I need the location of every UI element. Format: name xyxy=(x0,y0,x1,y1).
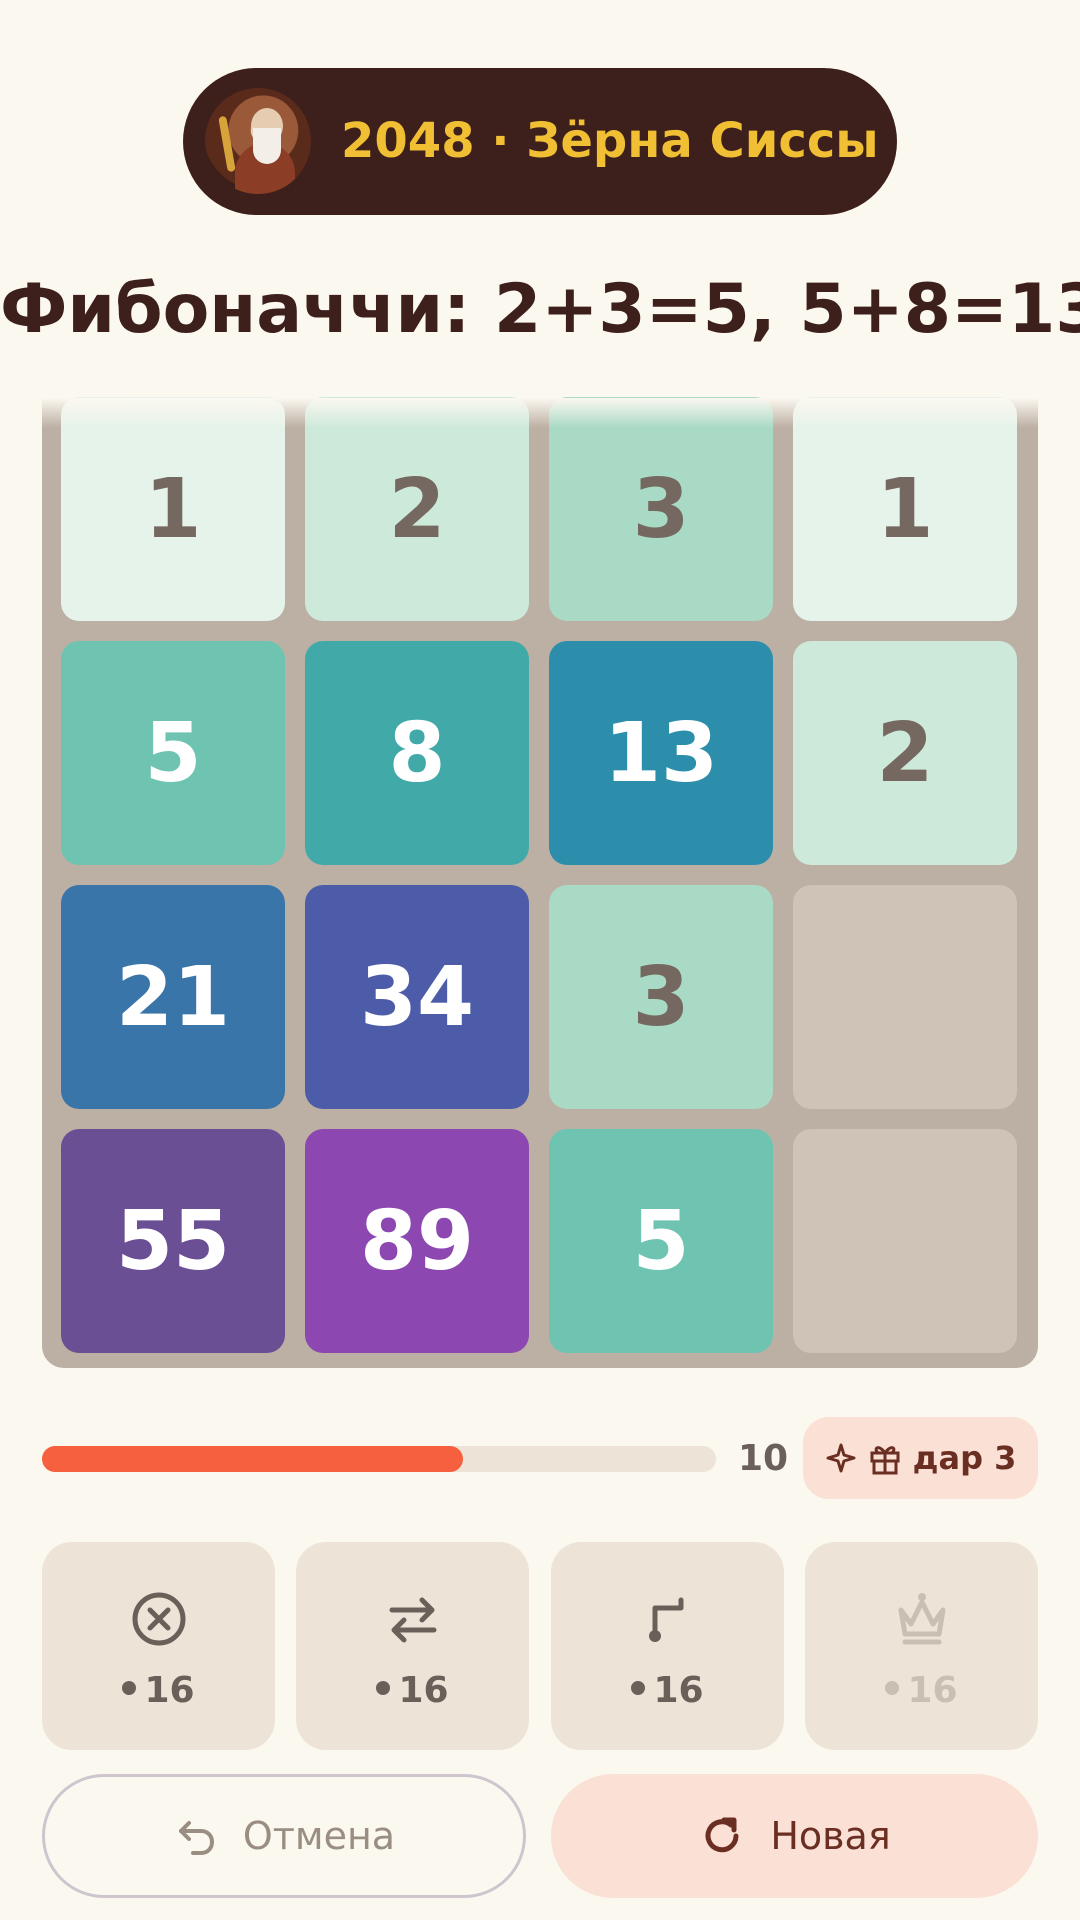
tile-value: 34 xyxy=(359,949,475,1045)
tile: 8 xyxy=(305,641,529,865)
empty-cell xyxy=(793,1129,1017,1353)
tile-value: 3 xyxy=(632,461,690,557)
tile: 2 xyxy=(793,641,1017,865)
tile: 1 xyxy=(793,397,1017,621)
empty-cell xyxy=(793,885,1017,1109)
tile: 5 xyxy=(61,641,285,865)
tile: 89 xyxy=(305,1129,529,1353)
tile: 21 xyxy=(61,885,285,1109)
app-title: 2048 · Зёрна Сиссы xyxy=(341,113,879,169)
tile: 5 xyxy=(549,1129,773,1353)
new-game-label: Новая xyxy=(770,1814,891,1858)
tile: 3 xyxy=(549,397,773,621)
tile-value: 5 xyxy=(632,1193,690,1289)
progress-fill xyxy=(42,1446,464,1472)
undo-icon xyxy=(178,1821,214,1855)
powerup-remove-button[interactable]: 16 xyxy=(42,1542,275,1750)
tile-value: 13 xyxy=(603,705,719,801)
tile-value: 89 xyxy=(359,1193,475,1289)
sage-avatar xyxy=(205,88,311,194)
gift-button[interactable]: дар 3 xyxy=(803,1417,1038,1499)
powerup-count: 16 xyxy=(398,1670,449,1711)
sparkle-icon xyxy=(826,1443,856,1473)
remove-tile-icon xyxy=(132,1592,186,1646)
gift-label: дар 3 xyxy=(912,1439,1017,1477)
undo-label: Отмена xyxy=(242,1814,396,1858)
tile-value: 5 xyxy=(144,705,202,801)
powerup-count: 16 xyxy=(653,1670,704,1711)
tile-value: 1 xyxy=(876,461,934,557)
game-board[interactable]: 1 2 3 1 5 8 13 2 21 34 3 55 89 5 xyxy=(42,397,1038,1368)
powerup-count: 16 xyxy=(907,1670,958,1711)
progress-value: 10 xyxy=(738,1438,789,1479)
tile-value: 3 xyxy=(632,949,690,1045)
powerup-swap-button[interactable]: 16 xyxy=(296,1542,529,1750)
gift-icon xyxy=(870,1446,900,1475)
swap-icon xyxy=(389,1597,437,1643)
tile-value: 8 xyxy=(388,705,446,801)
new-game-button[interactable]: Новая xyxy=(551,1774,1038,1898)
move-path-icon xyxy=(649,1597,684,1642)
hint-subtitle: Фибоначчи: 2+3=5, 5+8=13 xyxy=(0,270,1080,349)
crown-icon xyxy=(898,1593,946,1645)
tile-value: 1 xyxy=(144,461,202,557)
tile-value: 2 xyxy=(876,705,934,801)
tile: 34 xyxy=(305,885,529,1109)
tile: 55 xyxy=(61,1129,285,1353)
tile-value: 2 xyxy=(388,461,446,557)
tile-value: 55 xyxy=(115,1193,231,1289)
powerup-crown-button[interactable]: 16 xyxy=(805,1542,1038,1750)
powerup-count: 16 xyxy=(144,1670,195,1711)
tile: 3 xyxy=(549,885,773,1109)
restart-icon xyxy=(705,1817,739,1853)
tile: 13 xyxy=(549,641,773,865)
title-banner: 2048 · Зёрна Сиссы xyxy=(183,68,897,215)
tile-value: 21 xyxy=(115,949,231,1045)
tile: 2 xyxy=(305,397,529,621)
tile: 1 xyxy=(61,397,285,621)
undo-button[interactable]: Отмена xyxy=(42,1774,526,1898)
powerup-move-button[interactable]: 16 xyxy=(551,1542,784,1750)
progress-bar xyxy=(42,1446,716,1472)
